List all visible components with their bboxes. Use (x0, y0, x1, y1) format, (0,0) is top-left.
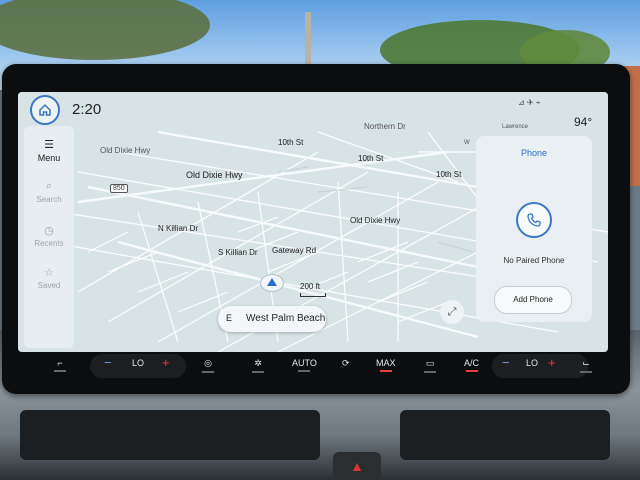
rail-item-search[interactable]: ⌕ Search (24, 180, 74, 204)
map-label: S Killian Dr (218, 248, 258, 257)
max-defrost-button[interactable]: MAX (376, 358, 396, 372)
fan-icon[interactable]: ✲ (252, 358, 264, 373)
ac-button[interactable]: A/C (464, 358, 479, 372)
map-label: Old Dixie Hwy (186, 170, 243, 180)
rail-item-label: Saved (37, 281, 61, 290)
clock: 2:20 (72, 101, 102, 118)
phone-call-button[interactable] (516, 202, 552, 238)
map-label: W (464, 140, 470, 146)
air-vent (400, 410, 610, 460)
rail-item-label: Search (36, 195, 62, 204)
map-label: 10th St (436, 170, 462, 179)
status-icons: ⊿ ✈ ⌁ (518, 98, 541, 107)
passenger-temp-value: LO (526, 358, 539, 368)
heading-direction: E (226, 313, 233, 323)
map-label: N Killian Dr (158, 224, 199, 233)
add-phone-button[interactable]: Add Phone (494, 286, 572, 314)
expand-map-icon[interactable]: ⤢ (440, 300, 464, 324)
max-label: MAX (376, 358, 396, 368)
driver-temp-up-button[interactable]: + (162, 355, 170, 370)
infotainment-screen: Northern Dr 10th St 10th St 10th St Old … (18, 92, 608, 352)
rear-defrost-icon[interactable]: ▭ (424, 358, 436, 373)
air-vent (20, 410, 320, 460)
rail-item-label: Recents (34, 239, 64, 248)
hazard-button-icon[interactable]: ▲ (333, 452, 381, 480)
menu-icon: ☰ (44, 139, 54, 151)
ac-label: A/C (464, 358, 480, 368)
side-rail: ☰ Menu ⌕ Search ◷ Recents ☆ Saved (24, 126, 74, 348)
home-button[interactable] (30, 95, 60, 125)
recirculate-icon[interactable]: ⟳ (342, 358, 350, 369)
map-label: Old Dixie Hwy (350, 216, 401, 225)
route-shield: 850 (110, 184, 128, 193)
driver-temp-down-button[interactable]: − (104, 355, 112, 370)
map-label: Northern Dr (364, 122, 406, 131)
driver-temp-value: LO (132, 358, 145, 368)
recents-icon: ◷ (44, 225, 54, 237)
map-label: Old Dixie Hwy (100, 146, 151, 155)
auto-climate-button[interactable]: AUTO (292, 358, 317, 372)
phone-panel[interactable]: Phone No Paired Phone Add Phone (476, 136, 592, 322)
map-scale-label: 200 ft (300, 282, 321, 291)
map-scale-bar (300, 293, 326, 297)
phone-icon (527, 213, 541, 227)
driver-seat-heat-icon[interactable]: ⌐ (54, 358, 66, 372)
phone-title: Phone (520, 148, 548, 158)
passenger-seat-heat-icon[interactable]: ⌙ (580, 358, 592, 373)
rail-item-saved[interactable]: ☆ Saved (24, 266, 74, 290)
map-label: 10th St (278, 138, 304, 147)
outside-temperature: 94° (574, 115, 593, 129)
star-icon: ☆ (44, 267, 54, 279)
utility-pole (305, 12, 311, 72)
search-icon: ⌕ (45, 180, 53, 192)
map-label: 10th St (358, 154, 384, 163)
steering-heat-icon[interactable]: ◎ (202, 358, 214, 373)
passenger-temp-up-button[interactable]: + (548, 355, 556, 370)
destination-chip[interactable]: E West Palm Beach (218, 306, 326, 332)
rail-item-menu[interactable]: ☰ Menu (24, 138, 74, 163)
passenger-temp-down-button[interactable]: − (502, 355, 510, 370)
vehicle-position-icon (260, 274, 284, 292)
destination-name: West Palm Beach (246, 313, 326, 324)
rail-item-recents[interactable]: ◷ Recents (24, 224, 74, 248)
climate-controls: ⌐ − LO + ◎ ✲ AUTO ⟳ MAX ▭ A/C − LO + ⌙ (20, 350, 610, 384)
home-icon (39, 103, 51, 116)
map-label: Gateway Rd (272, 246, 317, 255)
rail-item-label: Menu (37, 153, 61, 163)
auto-label: AUTO (292, 358, 317, 368)
phone-status: No Paired Phone (503, 256, 565, 265)
map-label: Lawrence (502, 124, 529, 130)
